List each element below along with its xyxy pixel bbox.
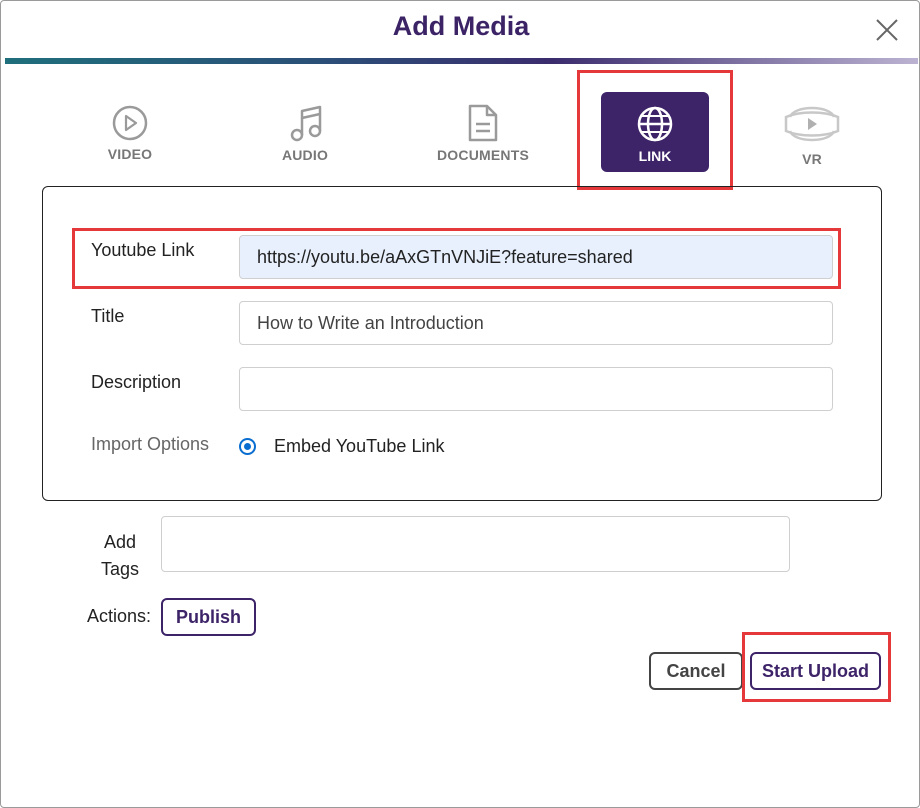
video-play-icon: [112, 105, 148, 141]
tab-audio[interactable]: AUDIO: [273, 103, 337, 163]
close-icon[interactable]: [874, 17, 900, 43]
tab-documents[interactable]: DOCUMENTS: [431, 103, 535, 163]
music-note-icon: [290, 105, 322, 142]
youtube-link-input[interactable]: https://youtu.be/aAxGTnVNJiE?feature=sha…: [239, 235, 833, 279]
tab-video[interactable]: VIDEO: [97, 104, 163, 162]
tab-vr-label: VR: [802, 151, 822, 167]
description-input[interactable]: [239, 367, 833, 411]
tags-input[interactable]: [161, 516, 790, 572]
youtube-link-label: Youtube Link: [91, 240, 195, 260]
tab-vr[interactable]: VR: [780, 99, 844, 167]
title-label: Title: [91, 306, 125, 326]
dialog-title: Add Media: [392, 11, 530, 41]
document-icon: [468, 104, 498, 142]
cancel-button[interactable]: Cancel: [649, 652, 743, 690]
vr-headset-icon: [784, 106, 840, 142]
add-media-dialog: Add Media VIDEO AUDIO DOCUMENTS LINK VR …: [0, 0, 920, 808]
tab-link-label: LINK: [638, 148, 672, 164]
tab-audio-label: AUDIO: [281, 147, 329, 163]
embed-youtube-label: Embed YouTube Link: [274, 436, 445, 456]
tab-link[interactable]: LINK: [601, 92, 709, 172]
embed-youtube-radio[interactable]: [239, 438, 256, 455]
globe-icon: [637, 106, 673, 142]
publish-button[interactable]: Publish: [161, 598, 256, 636]
tab-documents-label: DOCUMENTS: [436, 147, 530, 163]
tab-video-label: VIDEO: [107, 146, 153, 162]
title-input[interactable]: How to Write an Introduction: [239, 301, 833, 345]
description-label: Description: [91, 372, 182, 392]
add-tags-label-line1: Add: [104, 532, 137, 552]
header-divider: [5, 58, 918, 64]
add-tags-label-line2: Tags: [101, 559, 140, 579]
import-options-label: Import Options: [91, 434, 210, 454]
start-upload-button[interactable]: Start Upload: [750, 652, 881, 690]
actions-label: Actions:: [87, 606, 152, 626]
